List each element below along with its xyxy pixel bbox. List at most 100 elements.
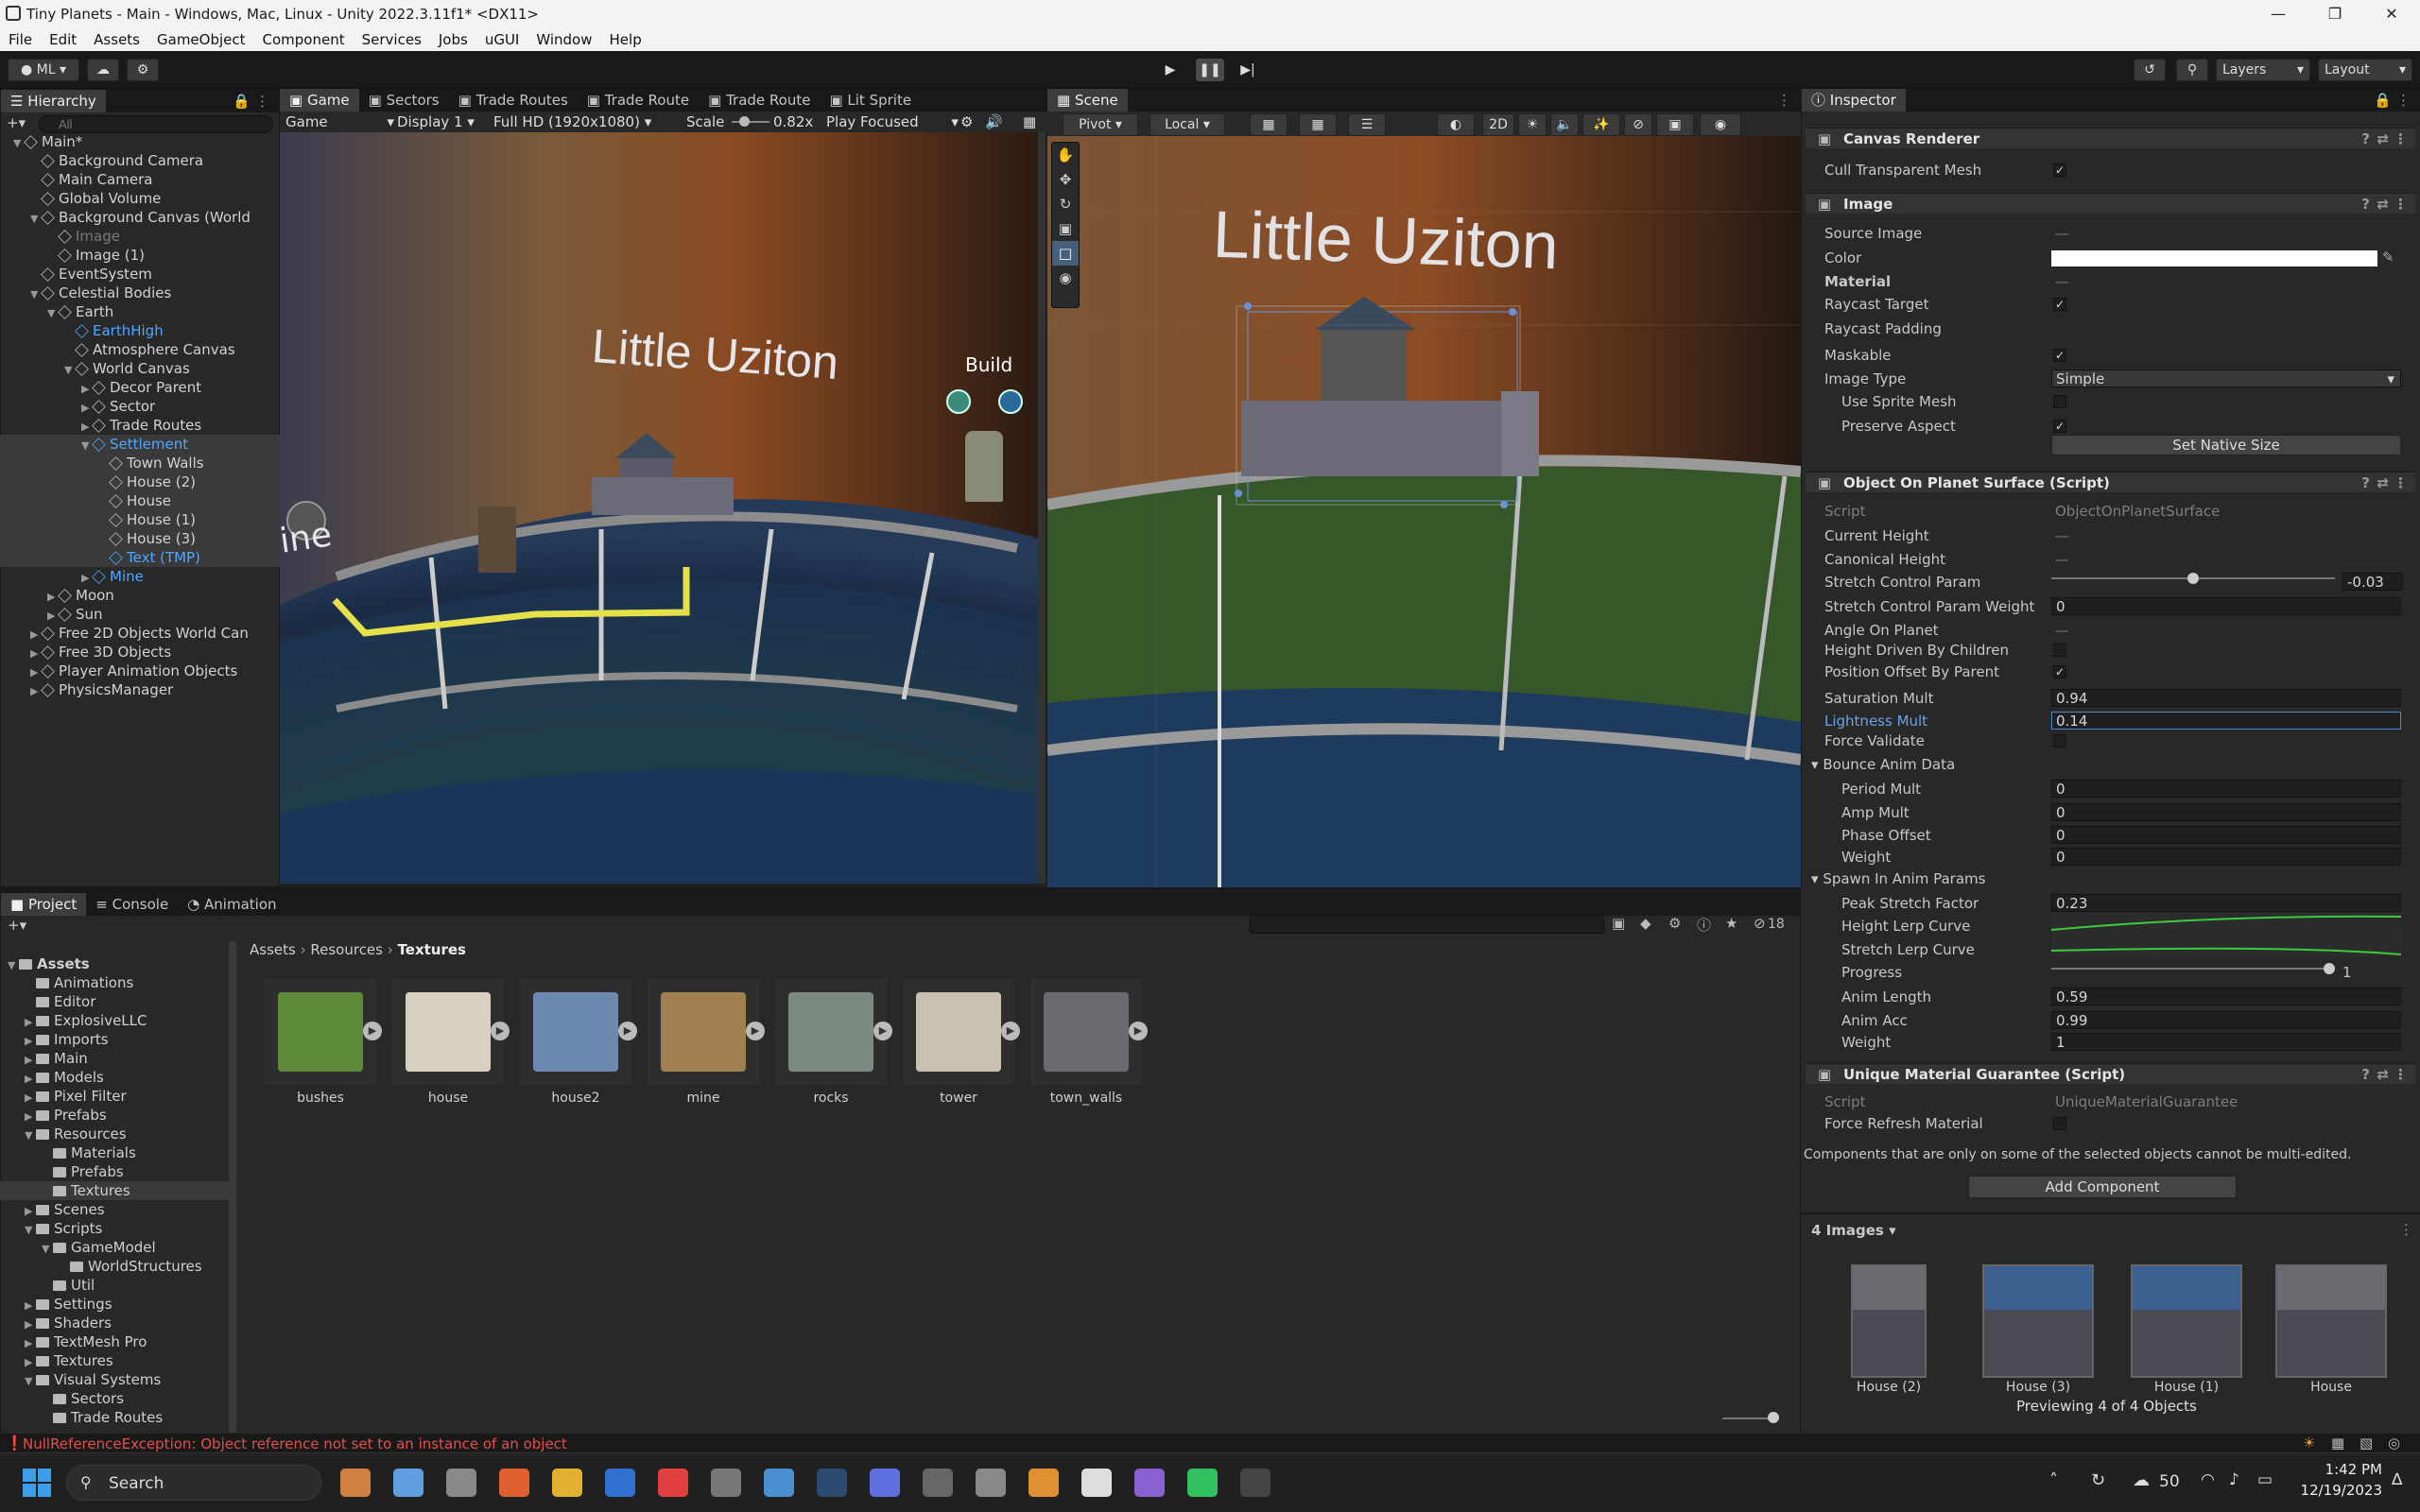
expand-triangle-icon[interactable]: ▶: [25, 1353, 36, 1372]
asset-thumbnail[interactable]: [392, 979, 504, 1085]
project-tree-row[interactable]: ▶ Models: [0, 1068, 229, 1087]
shading-mode-icon[interactable]: ◐: [1437, 113, 1475, 136]
expand-triangle-icon[interactable]: ▶: [25, 1334, 36, 1353]
expand-triangle-icon[interactable]: ▶: [81, 418, 93, 437]
asset-thumbnail[interactable]: [903, 979, 1014, 1085]
hierarchy-row[interactable]: Image: [0, 227, 280, 246]
expand-triangle-icon[interactable]: ▼: [25, 1372, 36, 1391]
sublime-text-icon[interactable]: [1028, 1469, 1059, 1497]
filter-type-icon[interactable]: ▣: [1612, 915, 1625, 932]
expand-sprite-play-icon[interactable]: ▶: [491, 1022, 510, 1040]
progress-icon[interactable]: ▦: [2331, 1435, 2344, 1452]
preset-icon[interactable]: ⇄: [2377, 1064, 2389, 1085]
animation-curves-preview[interactable]: [2051, 913, 2401, 956]
expand-sprite-play-icon[interactable]: ▶: [1001, 1022, 1020, 1040]
project-tree-row[interactable]: Sectors: [0, 1389, 229, 1408]
expand-triangle-icon[interactable]: ▶: [30, 644, 42, 663]
component-header[interactable]: ▣ Unique Material Guarantee (Script)? ⇄ ⋮: [1806, 1063, 2415, 1084]
project-tree-row[interactable]: ▶ Shaders: [0, 1314, 229, 1332]
property-value-field[interactable]: 0: [2051, 597, 2401, 615]
hierarchy-row[interactable]: ▼ Celestial Bodies: [0, 284, 280, 302]
weather-icon[interactable]: ☁: [2133, 1470, 2150, 1490]
expand-triangle-icon[interactable]: ▼: [47, 304, 59, 323]
tab-project[interactable]: ■ Project: [1, 893, 87, 916]
hierarchy-row[interactable]: ▶ Free 3D Objects: [0, 643, 280, 662]
project-tree-row[interactable]: Materials: [0, 1143, 229, 1162]
hierarchy-row[interactable]: Text (TMP): [0, 548, 280, 567]
taskbar-search[interactable]: ⚲ Search: [66, 1465, 321, 1501]
history-icon[interactable]: ↺: [2134, 59, 2166, 81]
expand-sprite-play-icon[interactable]: ▶: [873, 1022, 892, 1040]
progress-value[interactable]: 1: [2342, 963, 2352, 982]
expand-triangle-icon[interactable]: ▶: [25, 1202, 36, 1221]
rect-tool-icon[interactable]: □: [1052, 241, 1079, 266]
hierarchy-row[interactable]: EventSystem: [0, 265, 280, 284]
task-view-icon[interactable]: [446, 1469, 476, 1497]
sync-icon[interactable]: ↻: [2091, 1470, 2105, 1490]
battery-icon[interactable]: ▭: [2257, 1470, 2273, 1489]
color-swatch[interactable]: [2051, 250, 2377, 266]
component-menu-icon[interactable]: ⋮: [2394, 472, 2408, 493]
project-tree-row[interactable]: ▶ Settings: [0, 1295, 229, 1314]
expand-triangle-icon[interactable]: ▶: [81, 399, 93, 418]
scale-slider-handle[interactable]: [739, 116, 750, 127]
minimize-icon[interactable]: —: [2250, 0, 2307, 28]
project-tree-row[interactable]: Editor: [0, 992, 229, 1011]
project-tree-row[interactable]: Prefabs: [0, 1162, 229, 1181]
component-header[interactable]: ▣ Object On Planet Surface (Script)? ⇄ ⋮: [1806, 472, 2415, 492]
expand-triangle-icon[interactable]: ▼: [13, 134, 25, 153]
preset-icon[interactable]: ⇄: [2377, 194, 2389, 215]
expand-triangle-icon[interactable]: ▶: [47, 588, 59, 607]
image-type-dropdown[interactable]: Simple ▾: [2051, 369, 2401, 387]
expand-sprite-play-icon[interactable]: ▶: [363, 1022, 382, 1040]
expand-triangle-icon[interactable]: ▼: [25, 1221, 36, 1240]
preset-icon[interactable]: ⇄: [2377, 129, 2389, 149]
hierarchy-row[interactable]: ▶ Sector: [0, 397, 280, 416]
bug-icon[interactable]: ⚙: [960, 113, 973, 130]
project-tree-row[interactable]: ▼ Resources: [0, 1125, 229, 1143]
hierarchy-row[interactable]: ▼ Main*: [0, 132, 280, 151]
favorite-star-icon[interactable]: ★: [1725, 915, 1737, 932]
search-icon[interactable]: ⚲: [2176, 59, 2208, 81]
hierarchy-row[interactable]: ▶ Decor Parent: [0, 378, 280, 397]
project-tree-row[interactable]: Animations: [0, 973, 229, 992]
hierarchy-row[interactable]: ▼ Earth: [0, 302, 280, 321]
stretch-param-slider-handle[interactable]: [2187, 573, 2199, 584]
checkbox-unchecked[interactable]: [2053, 395, 2066, 408]
inspector-lock-icon[interactable]: 🔒: [2374, 92, 2392, 109]
project-tree-row[interactable]: ▼ Visual Systems: [0, 1370, 229, 1389]
hierarchy-row[interactable]: ▶ PhysicsManager: [0, 680, 280, 699]
property-value-field[interactable]: 0: [2051, 780, 2401, 798]
tab-console[interactable]: ≡ Console: [86, 893, 178, 916]
project-tree-row[interactable]: ▼ Assets: [0, 954, 229, 973]
expand-triangle-icon[interactable]: ▶: [25, 1315, 36, 1334]
checkbox-checked[interactable]: ✓: [2053, 420, 2066, 433]
tab-hierarchy[interactable]: ☰ Hierarchy: [1, 90, 106, 112]
project-tree-row[interactable]: ▶ ExplosiveLLC: [0, 1011, 229, 1030]
expand-triangle-icon[interactable]: ▶: [25, 1089, 36, 1108]
terminal-icon[interactable]: [1240, 1469, 1270, 1497]
expand-triangle-icon[interactable]: ▼: [25, 1126, 36, 1145]
increment-snap-icon[interactable]: ☰: [1348, 113, 1386, 136]
light-bake-icon[interactable]: ☀: [2303, 1435, 2315, 1452]
menu-ugui[interactable]: uGUI: [476, 31, 528, 48]
stats-icon[interactable]: ▦: [1023, 113, 1036, 130]
menu-file[interactable]: File: [0, 31, 41, 48]
move-tool-icon[interactable]: ✥: [1052, 167, 1079, 192]
hierarchy-row[interactable]: Image (1): [0, 246, 280, 265]
project-tree-row[interactable]: ▶ Textures: [0, 1351, 229, 1370]
expand-triangle-icon[interactable]: ▼: [81, 437, 93, 455]
tab-trade-routes[interactable]: ▣ Trade Routes: [449, 89, 578, 112]
error-message[interactable]: NullReferenceException: Object reference…: [23, 1435, 567, 1452]
project-tree-row[interactable]: ▶ TextMesh Pro: [0, 1332, 229, 1351]
component-menu-icon[interactable]: ⋮: [2394, 1064, 2408, 1085]
progress-slider-handle[interactable]: [2324, 963, 2335, 974]
menu-window[interactable]: Window: [527, 31, 600, 48]
asset-thumbnail[interactable]: [775, 979, 887, 1085]
expand-triangle-icon[interactable]: ▶: [30, 663, 42, 682]
unity-hub-icon[interactable]: [976, 1469, 1006, 1497]
windows-start-icon[interactable]: [23, 1469, 51, 1497]
expand-triangle-icon[interactable]: ▼: [64, 361, 76, 380]
progress-slider-track[interactable]: [2051, 968, 2335, 970]
project-tree-row[interactable]: Trade Routes: [0, 1408, 229, 1427]
